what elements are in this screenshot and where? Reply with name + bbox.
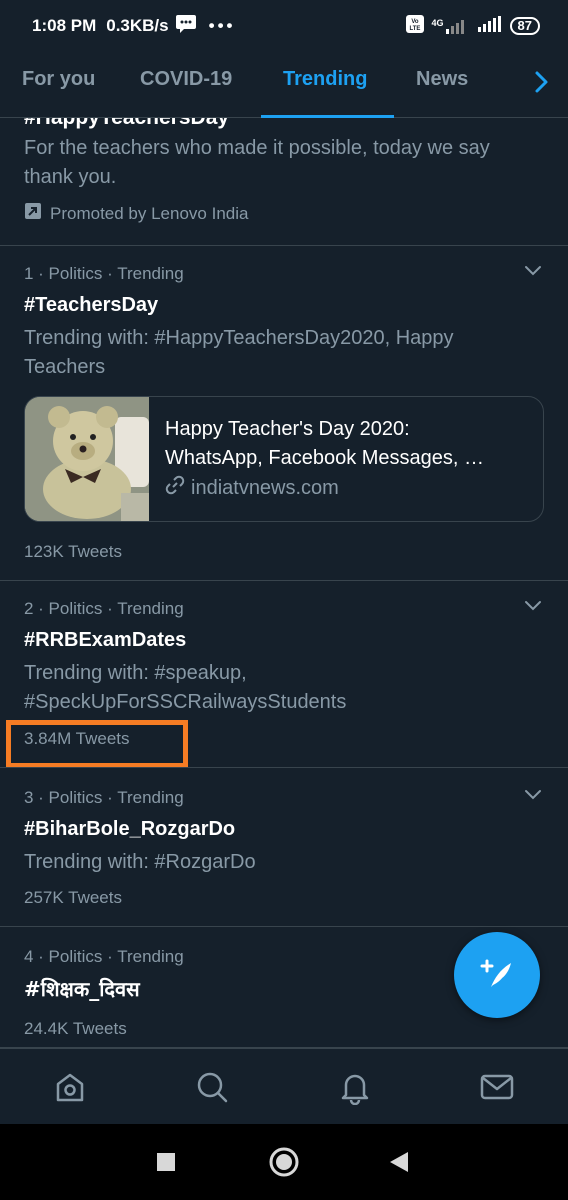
link-preview-body: Happy Teacher's Day 2020: WhatsApp, Face… xyxy=(149,397,543,521)
promoted-icon xyxy=(24,202,42,225)
tab-covid-19[interactable]: COVID-19 xyxy=(140,68,232,91)
link-preview-card[interactable]: Happy Teacher's Day 2020: WhatsApp, Face… xyxy=(24,396,544,522)
promoted-by-text: Promoted by Lenovo India xyxy=(50,203,249,223)
message-icon xyxy=(175,14,197,39)
trend-meta: 1 · Politics · Trending xyxy=(24,264,184,283)
search-icon[interactable] xyxy=(194,1069,230,1110)
chevron-down-icon[interactable] xyxy=(524,788,542,806)
notifications-bell-icon[interactable] xyxy=(337,1069,373,1110)
signal-icon xyxy=(477,15,502,37)
more-dots-icon: ••• xyxy=(208,16,236,35)
svg-text:Vo: Vo xyxy=(411,19,419,25)
link-preview-domain: indiatvnews.com xyxy=(165,475,543,501)
tab-for-you[interactable]: For you xyxy=(22,68,95,91)
volte-icon: Vo LTE xyxy=(405,14,424,38)
battery-indicator: 87 xyxy=(509,17,540,35)
scroll-tabs-right-icon[interactable] xyxy=(534,70,550,99)
trends-feed: #HappyTeachersDay For the teachers who m… xyxy=(0,118,568,1048)
trend-hashtag: #BiharBole_RozgarDo xyxy=(24,818,236,840)
tab-trending[interactable]: Trending xyxy=(283,68,367,91)
system-navigation-bar xyxy=(0,1124,568,1200)
trend-trending-with: Trending with: #speakup, #SpeckUpForSSCR… xyxy=(24,662,347,713)
chevron-down-icon[interactable] xyxy=(524,264,542,282)
network-label: 4G xyxy=(431,18,444,28)
home-icon[interactable] xyxy=(52,1069,88,1110)
home-circle-icon[interactable] xyxy=(268,1146,300,1183)
compose-tweet-button[interactable] xyxy=(454,932,540,1018)
trend-tweet-count: 123K Tweets xyxy=(24,542,122,561)
signal-4g-icon: 4G xyxy=(432,18,470,34)
promoted-label: Promoted by Lenovo India xyxy=(24,202,248,225)
status-time: 1:08 PM xyxy=(32,16,97,35)
svg-text:LTE: LTE xyxy=(409,26,420,32)
back-triangle-icon[interactable] xyxy=(388,1150,410,1179)
bottom-navigation xyxy=(0,1048,568,1124)
highlight-annotation-box xyxy=(6,720,188,768)
promoted-trend-title: #HappyTeachersDay xyxy=(24,118,229,130)
status-speed: 0.3KB/s xyxy=(106,16,169,35)
tab-news[interactable]: News xyxy=(416,68,468,91)
chevron-down-icon[interactable] xyxy=(524,599,542,617)
status-bar: 1:08 PM 0.3KB/s ••• Vo LTE 4G 87 xyxy=(0,0,568,52)
messages-envelope-icon[interactable] xyxy=(479,1069,515,1110)
teddy-bear-thumbnail xyxy=(25,397,149,521)
trend-trending-with: Trending with: #RozgarDo xyxy=(24,851,256,873)
trend-meta: 4 · Politics · Trending xyxy=(24,947,184,966)
trend-item-3[interactable]: 3 · Politics · Trending #BiharBole_Rozga… xyxy=(0,768,568,926)
trend-item-1[interactable]: 1 · Politics · Trending #TeachersDay Tre… xyxy=(0,246,568,580)
compose-feather-icon xyxy=(479,955,515,996)
link-preview-title: Happy Teacher's Day 2020: xyxy=(165,418,410,440)
trend-hashtag: #शिक्षक_दिवस xyxy=(24,977,140,1001)
link-icon xyxy=(165,475,185,501)
promoted-trend-description: For the teachers who made it possible, t… xyxy=(24,137,490,188)
trend-hashtag: #TeachersDay xyxy=(24,294,159,316)
recent-apps-square-icon[interactable] xyxy=(156,1152,176,1177)
explore-tabs: For you COVID-19 Trending News xyxy=(0,52,568,118)
link-preview-title-line2: WhatsApp, Facebook Messages, … xyxy=(165,447,485,469)
trend-meta: 2 · Politics · Trending xyxy=(24,599,184,618)
link-domain-text: indiatvnews.com xyxy=(191,476,339,499)
trend-tweet-count: 257K Tweets xyxy=(24,888,122,907)
trend-trending-with: Trending with: #HappyTeachersDay2020, Ha… xyxy=(24,327,454,378)
trend-meta: 3 · Politics · Trending xyxy=(24,788,184,807)
trend-hashtag: #RRBExamDates xyxy=(24,629,187,651)
trend-tweet-count: 24.4K Tweets xyxy=(24,1019,127,1038)
